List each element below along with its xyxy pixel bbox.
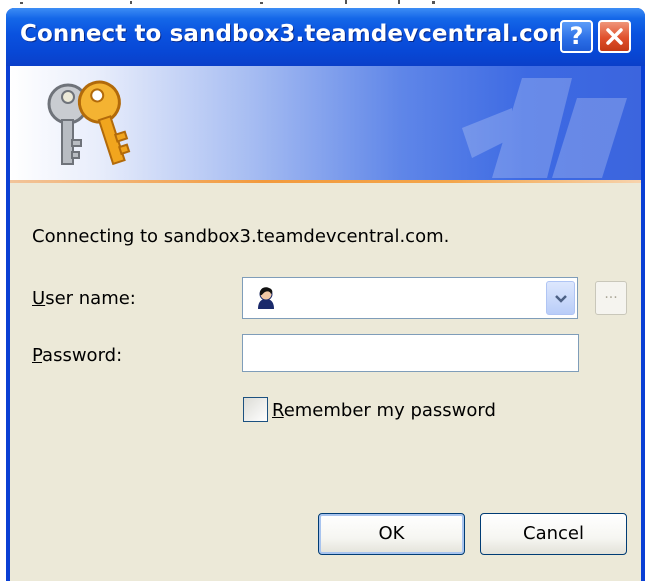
remember-password-label[interactable]: Remember my password — [272, 400, 496, 421]
banner-accent-line — [10, 180, 641, 183]
cancel-button[interactable]: Cancel — [480, 513, 627, 555]
user-name-combobox[interactable] — [242, 277, 578, 319]
keys-icon — [47, 80, 131, 166]
user-name-label-text: ser name: — [45, 288, 136, 309]
dropdown-button[interactable] — [546, 281, 575, 315]
browse-button[interactable]: ... — [595, 281, 627, 315]
password-mnemonic: P — [32, 345, 43, 366]
help-icon: ? — [569, 22, 584, 50]
remember-mnemonic: R — [272, 400, 284, 421]
close-icon — [606, 28, 623, 45]
window-title: Connect to sandbox3.teamdevcentral.com — [20, 21, 573, 47]
login-dialog: Connect to sandbox3.teamdevcentral.com ? — [6, 8, 645, 581]
password-label: Password: — [32, 345, 122, 366]
background-fragment — [20, 0, 435, 4]
connecting-message: Connecting to sandbox3.teamdevcentral.co… — [32, 226, 450, 247]
user-name-label: User name: — [32, 288, 136, 309]
ok-button[interactable]: OK — [318, 513, 465, 555]
chevron-down-icon — [555, 295, 567, 303]
password-field[interactable] — [242, 334, 579, 372]
banner — [10, 66, 641, 183]
password-label-text: assword: — [42, 345, 123, 366]
help-button[interactable]: ? — [560, 20, 593, 53]
title-bar[interactable]: Connect to sandbox3.teamdevcentral.com ? — [6, 8, 645, 66]
remember-password-checkbox[interactable] — [243, 397, 268, 422]
remember-label-text: emember my password — [283, 400, 496, 421]
dialog-body: Connecting to sandbox3.teamdevcentral.co… — [10, 66, 641, 581]
server-icon — [462, 78, 627, 178]
close-button[interactable] — [598, 20, 631, 53]
user-avatar-icon — [258, 287, 274, 309]
user-name-mnemonic: U — [32, 288, 46, 309]
